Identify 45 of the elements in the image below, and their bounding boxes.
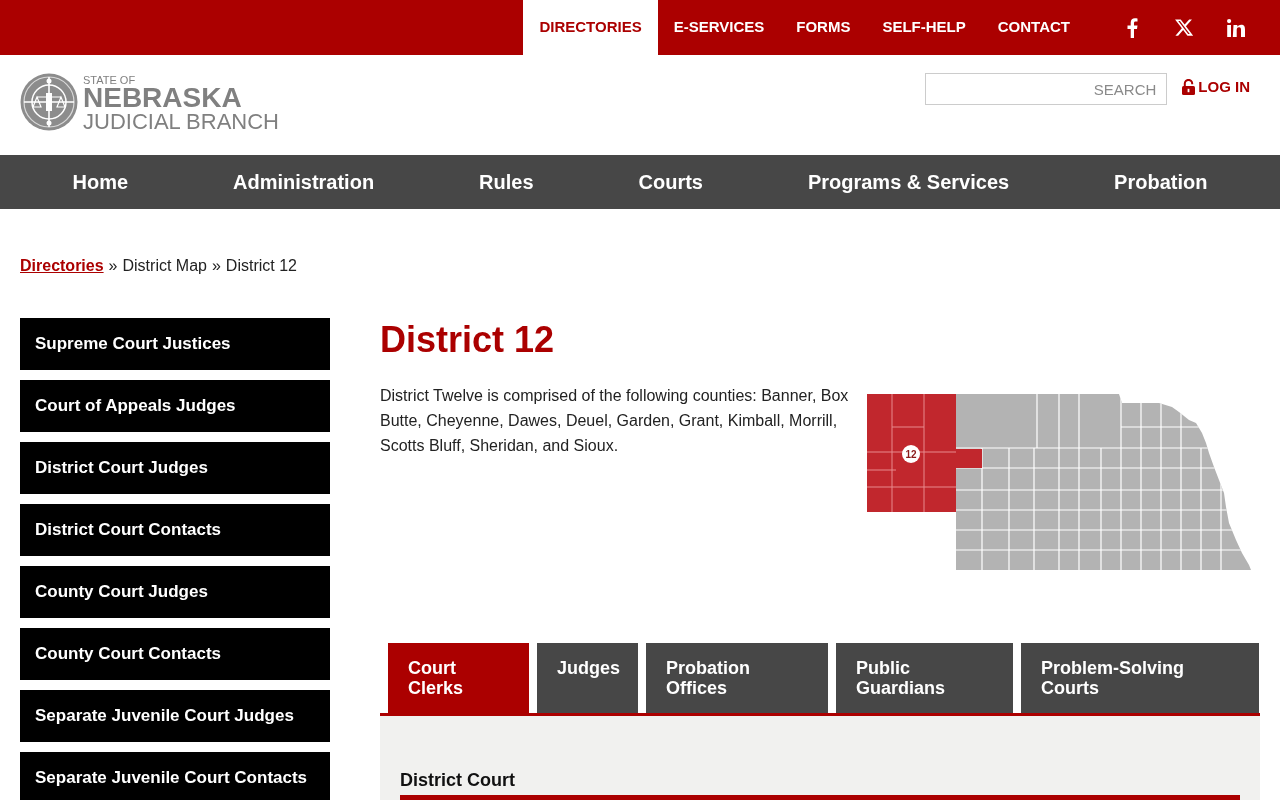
sidebar-link[interactable]: County Court Judges xyxy=(20,566,330,618)
sidebar-link[interactable]: County Court Contacts xyxy=(20,628,330,680)
tab[interactable]: Public Guardians xyxy=(836,643,1013,713)
nav-link[interactable]: Probation xyxy=(1114,168,1208,196)
nav-link[interactable]: Rules xyxy=(479,168,534,196)
nav-link[interactable]: Administration xyxy=(233,168,375,196)
sidebar-link[interactable]: District Court Contacts xyxy=(20,504,330,556)
district-region[interactable] xyxy=(866,393,982,513)
district-description: District Twelve is comprised of the following counties: Banner, Box Butte, Cheyenne, Dawes, Deuel, Garden, Grant, Kimball, Morrill, Scotts Bluff, Sheridan, and Sioux. xyxy=(380,386,850,456)
page-title: District 12 xyxy=(380,320,556,360)
nav-link[interactable]: Home xyxy=(72,168,129,196)
top-nav-link[interactable]: DIRECTORIES xyxy=(523,0,658,55)
breadcrumb-separator: » xyxy=(108,256,118,276)
tab[interactable]: Problem-Solving Courts xyxy=(1021,643,1259,713)
site-logo[interactable]: STATE OF NEBRASKA JUDICIAL BRANCH xyxy=(20,73,279,133)
login-link[interactable]: LOG IN xyxy=(1182,78,1250,96)
breadcrumb-link[interactable]: Directories xyxy=(20,254,104,278)
logo-subtitle: JUDICIAL BRANCH xyxy=(83,110,279,134)
top-nav-link[interactable]: FORMS xyxy=(780,0,867,55)
seal-icon xyxy=(20,73,78,131)
x-logo-icon xyxy=(1175,19,1193,36)
tab[interactable]: Probation Offices xyxy=(646,643,828,713)
district-badge: 12 xyxy=(902,445,920,463)
top-nav-link[interactable]: CONTACT xyxy=(981,0,1086,55)
panel-heading: District Court xyxy=(400,769,516,792)
sidebar-link[interactable]: Separate Juvenile Court Judges xyxy=(20,690,330,742)
sidebar-link[interactable]: Separate Juvenile Court Contacts xyxy=(20,752,330,800)
sidebar-link[interactable]: District Court Judges xyxy=(20,442,330,494)
tab[interactable]: Judges xyxy=(537,643,638,713)
search-field[interactable]: SEARCH xyxy=(925,73,1168,105)
top-nav-link[interactable]: E-SERVICES xyxy=(657,0,781,55)
nav-link[interactable]: Programs & Services xyxy=(807,168,1010,196)
linkedin-icon xyxy=(1227,18,1245,37)
lock-icon xyxy=(1182,79,1196,95)
breadcrumb-item: District Map xyxy=(122,256,207,276)
logo-title: NEBRASKA xyxy=(83,86,243,110)
sidebar-link[interactable]: Court of Appeals Judges xyxy=(20,380,330,432)
facebook-icon xyxy=(1126,17,1138,38)
top-nav-link[interactable]: SELF-HELP xyxy=(866,0,982,55)
breadcrumb-separator: » xyxy=(211,256,221,276)
tab[interactable]: Court Clerks xyxy=(388,643,529,713)
logo-tagline: STATE OF xyxy=(83,74,137,86)
nav-link[interactable]: Courts xyxy=(638,168,703,196)
sidebar-link[interactable]: Supreme Court Justices xyxy=(20,318,330,370)
breadcrumb-item: District 12 xyxy=(225,256,297,276)
